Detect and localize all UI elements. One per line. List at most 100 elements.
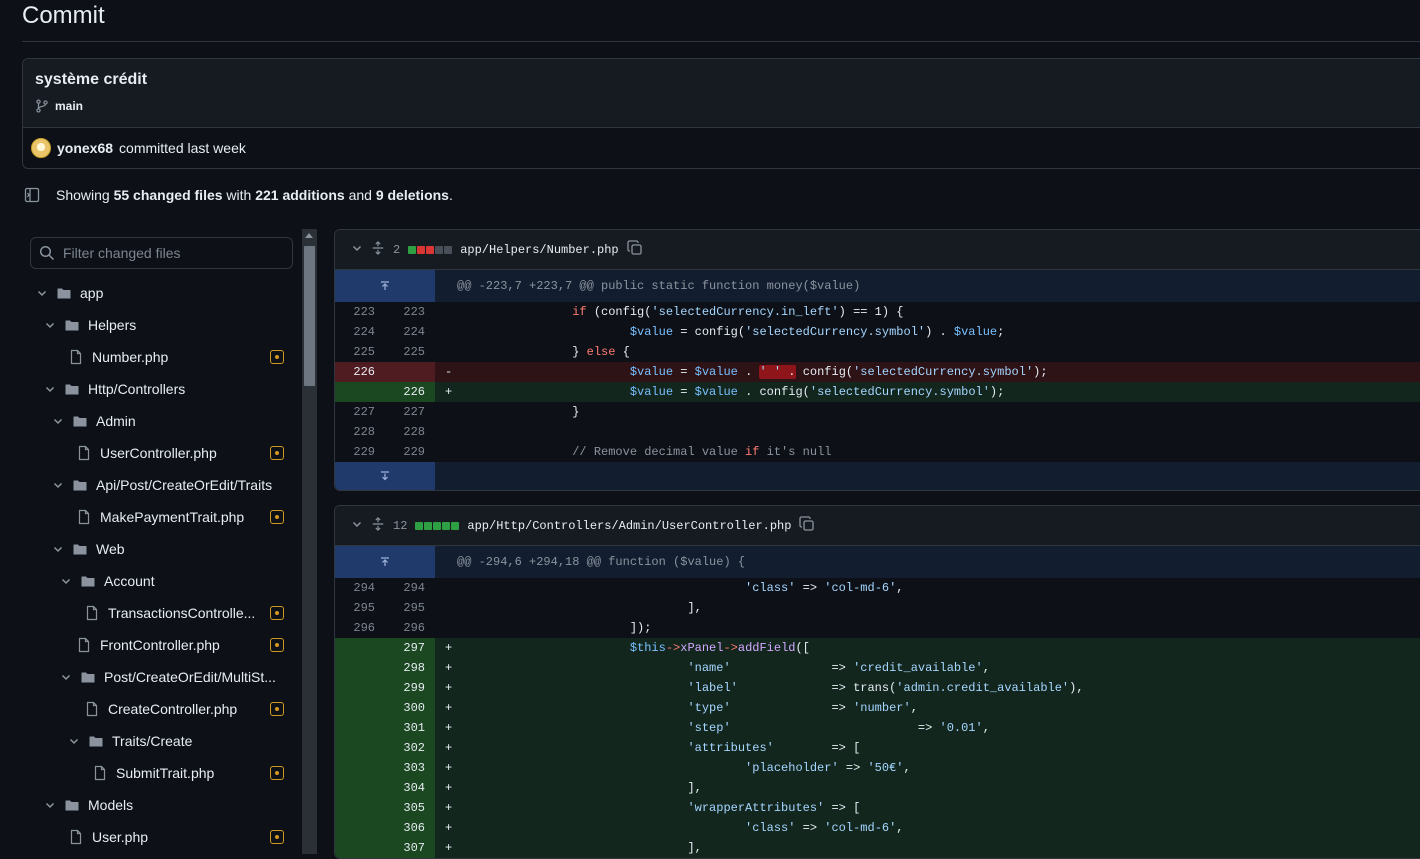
new-line-number[interactable]: 301 [385,718,435,738]
tree-folder[interactable]: Account [30,565,294,597]
tree-file[interactable]: UserController.php [30,437,294,469]
author-link[interactable]: yonex68 [57,140,113,156]
filter-box[interactable] [30,237,293,269]
tree-folder[interactable]: Admin [30,405,294,437]
new-line-number[interactable]: 300 [385,698,435,718]
tree-file[interactable]: TransactionsControlle... [30,597,294,629]
tree-folder[interactable]: Helpers [30,309,294,341]
old-line-number[interactable]: 225 [335,342,385,362]
old-line-number[interactable] [335,798,385,818]
diff-line: 226 + $value = $value . config('selectedC… [335,382,1420,402]
new-line-number[interactable]: 306 [385,818,435,838]
new-line-number[interactable]: 295 [385,598,435,618]
new-line-number[interactable]: 228 [385,422,435,442]
new-line-number[interactable]: 302 [385,738,435,758]
tree-folder[interactable]: app [30,277,294,309]
old-line-number[interactable]: 296 [335,618,385,638]
new-line-number[interactable]: 297 [385,638,435,658]
tree-folder[interactable]: Traits/Create [30,725,294,757]
file-icon [76,637,92,653]
chevron-down-icon[interactable] [58,671,74,683]
tree-folder[interactable]: Api/Post/CreateOrEdit/Traits [30,469,294,501]
new-line-number[interactable] [385,362,435,382]
old-line-number[interactable] [335,818,385,838]
old-line-number[interactable] [335,838,385,858]
tree-folder[interactable]: Post/CreateOrEdit/MultiSt... [30,661,294,693]
branch-info[interactable]: main [35,99,1419,113]
diff-file-path[interactable]: app/Helpers/Number.php [460,243,618,257]
expand-up-icon[interactable] [335,546,435,578]
new-line-number[interactable]: 296 [385,618,435,638]
chevron-down-icon[interactable] [42,799,58,811]
new-line-number[interactable]: 227 [385,402,435,422]
chevron-down-icon[interactable] [42,319,58,331]
chevron-down-icon[interactable] [34,287,50,299]
old-line-number[interactable]: 229 [335,442,385,462]
new-line-number[interactable]: 223 [385,302,435,322]
old-line-number[interactable] [335,678,385,698]
tree-file[interactable]: User.php [30,821,294,853]
avatar[interactable] [31,138,51,158]
chevron-down-icon[interactable] [351,518,363,534]
new-line-number[interactable]: 299 [385,678,435,698]
diff-sign [435,402,457,422]
tree-folder[interactable]: Models [30,789,294,821]
copy-icon[interactable] [799,515,815,536]
new-line-number[interactable]: 229 [385,442,435,462]
diffstat-block [444,245,453,254]
old-line-number[interactable] [335,718,385,738]
chevron-down-icon[interactable] [351,242,363,258]
expand-up-icon[interactable] [335,270,435,302]
old-line-number[interactable]: 228 [335,422,385,442]
tree-file[interactable]: SubmitTrait.php [30,757,294,789]
tree-file[interactable]: MakePaymentTrait.php [30,501,294,533]
old-line-number[interactable] [335,658,385,678]
old-line-number[interactable] [335,638,385,658]
old-line-number[interactable]: 295 [335,598,385,618]
new-line-number[interactable]: 305 [385,798,435,818]
old-line-number[interactable] [335,778,385,798]
old-line-number[interactable]: 227 [335,402,385,422]
expand-down-icon[interactable] [335,462,435,490]
scrollbar-thumb[interactable] [304,246,315,386]
expand-all-icon[interactable] [371,516,385,535]
diff-line: 229 229 // Remove decimal value if it's n… [335,442,1420,462]
copy-icon[interactable] [626,239,643,260]
sidebar-toggle-icon[interactable] [24,187,40,203]
diff-line: 303 + 'placeholder' => '50€', [335,758,1420,778]
chevron-down-icon[interactable] [42,383,58,395]
tree-file[interactable]: CreateController.php [30,693,294,725]
old-line-number[interactable] [335,738,385,758]
diff-sign [435,578,457,598]
filter-changed-files-input[interactable] [63,245,283,261]
new-line-number[interactable]: 294 [385,578,435,598]
tree-folder[interactable]: Web [30,533,294,565]
new-line-number[interactable]: 307 [385,838,435,858]
old-line-number[interactable] [335,698,385,718]
old-line-number[interactable]: 226 [335,362,385,382]
tree-folder[interactable]: Http/Controllers [30,373,294,405]
expand-all-icon[interactable] [371,240,385,259]
chevron-down-icon[interactable] [58,575,74,587]
chevron-down-icon[interactable] [50,543,66,555]
tree-file[interactable]: FrontController.php [30,629,294,661]
new-line-number[interactable]: 303 [385,758,435,778]
old-line-number[interactable]: 294 [335,578,385,598]
tree-file[interactable]: Number.php [30,341,294,373]
old-line-number[interactable] [335,758,385,778]
new-line-number[interactable]: 225 [385,342,435,362]
new-line-number[interactable]: 304 [385,778,435,798]
old-line-number[interactable]: 224 [335,322,385,342]
old-line-number[interactable]: 223 [335,302,385,322]
diff-sign: + [445,701,453,715]
chevron-down-icon[interactable] [50,479,66,491]
chevron-down-icon[interactable] [66,735,82,747]
new-line-number[interactable]: 226 [385,382,435,402]
branch-name[interactable]: main [55,99,83,113]
old-line-number[interactable] [335,382,385,402]
new-line-number[interactable]: 298 [385,658,435,678]
chevron-down-icon[interactable] [50,415,66,427]
diff-file-path[interactable]: app/Http/Controllers/Admin/UserControlle… [467,519,791,533]
scroll-up-arrow[interactable] [305,233,313,238]
new-line-number[interactable]: 224 [385,322,435,342]
